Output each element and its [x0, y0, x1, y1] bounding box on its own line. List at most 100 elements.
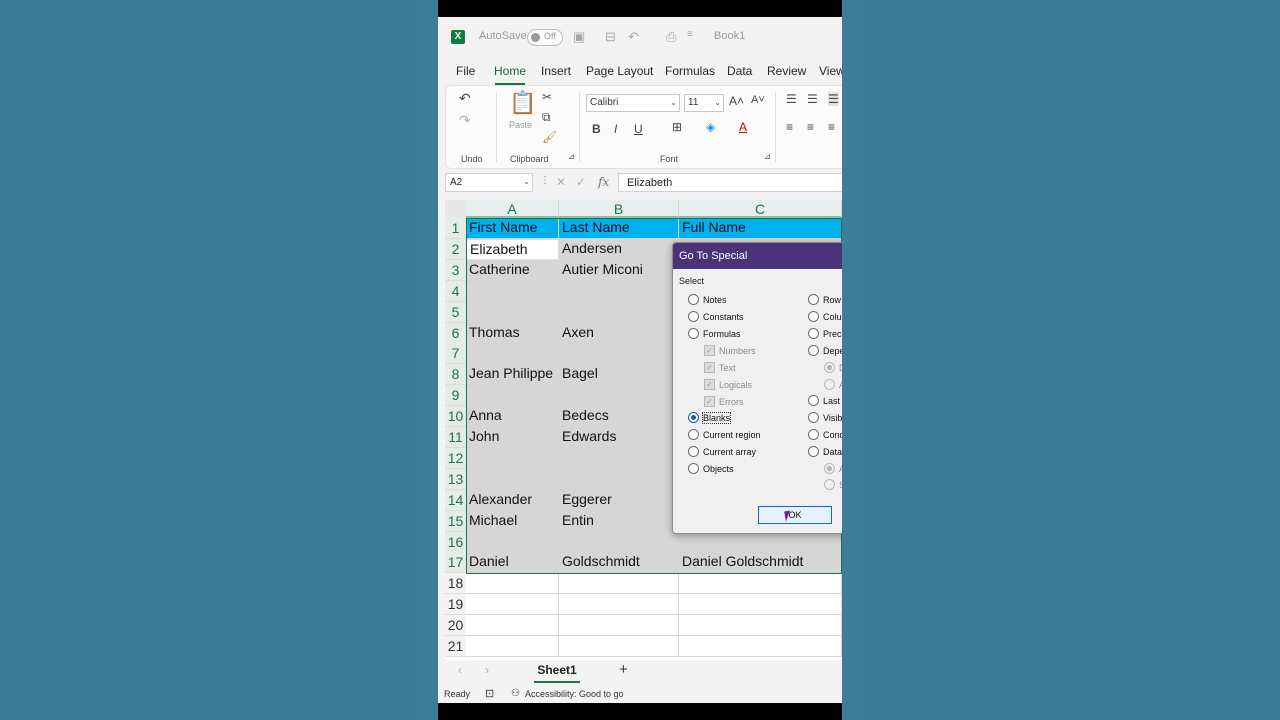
cell-a4[interactable]: [466, 280, 559, 302]
option-current-region-label[interactable]: Current region: [703, 430, 761, 440]
row-header[interactable]: 18: [445, 573, 466, 595]
cell-b1[interactable]: Last Name: [559, 218, 679, 239]
format-painter-icon[interactable]: 🖌: [542, 130, 557, 144]
cell-a12[interactable]: [466, 447, 559, 469]
row-header[interactable]: 12: [445, 447, 466, 469]
cell-a16[interactable]: [466, 531, 559, 553]
option-constants-label[interactable]: Constants: [703, 312, 744, 322]
row-header[interactable]: 1: [445, 218, 466, 239]
cell-c1[interactable]: Full Name: [679, 218, 842, 239]
row-header[interactable]: 9: [445, 385, 466, 407]
fill-color-icon[interactable]: ◈: [706, 120, 715, 134]
radio-current-array[interactable]: [688, 446, 699, 457]
radio-blanks[interactable]: [688, 412, 699, 423]
option-objects-label[interactable]: Objects: [703, 464, 734, 474]
cell-b15[interactable]: Entin: [559, 510, 679, 532]
more-icon[interactable]: ⋮: [540, 175, 550, 186]
cell-c19[interactable]: [679, 594, 842, 616]
cell-b17[interactable]: Goldschmidt: [559, 552, 679, 574]
cell-a5[interactable]: [466, 301, 559, 323]
align-middle-icon[interactable]: ☰: [807, 92, 818, 106]
paste-icon[interactable]: 📋: [509, 90, 536, 116]
font-launcher-icon[interactable]: ⊿: [764, 152, 771, 161]
increase-font-icon[interactable]: A˄: [729, 94, 744, 108]
save-icon[interactable]: ▣: [573, 29, 585, 45]
cell-a6[interactable]: Thomas: [466, 322, 559, 344]
radio-validation-same[interactable]: [824, 479, 835, 490]
insert-function-icon[interactable]: fx: [598, 175, 609, 189]
cell-b21[interactable]: [559, 636, 679, 657]
cell-a21[interactable]: [466, 636, 559, 657]
cell-a10[interactable]: Anna: [466, 406, 559, 428]
cancel-icon[interactable]: ✕: [556, 175, 566, 189]
radio-last-cell[interactable]: [808, 395, 819, 406]
tab-data[interactable]: Data: [727, 64, 752, 78]
cell-b13[interactable]: [559, 468, 679, 490]
decrease-font-icon[interactable]: A˅: [751, 94, 765, 106]
radio-conditional-formats[interactable]: [808, 429, 819, 440]
scroll-left-icon[interactable]: ‹: [458, 663, 462, 677]
option-formulas-label[interactable]: Formulas: [703, 329, 741, 339]
cell-b9[interactable]: [559, 385, 679, 407]
cell-a14[interactable]: Alexander: [466, 489, 559, 511]
row-header[interactable]: 21: [445, 636, 466, 657]
cell-a3[interactable]: Catherine: [466, 259, 559, 281]
customize-icon[interactable]: ≡: [687, 29, 693, 40]
redo-icon[interactable]: ↷: [459, 112, 471, 129]
tab-view[interactable]: View: [819, 64, 842, 78]
row-header[interactable]: 2: [445, 238, 466, 260]
tab-page-layout[interactable]: Page Layout: [586, 64, 653, 78]
option-precedents-label[interactable]: Prece: [823, 329, 842, 339]
undo-qa-icon[interactable]: ↶: [628, 29, 639, 45]
cell-a20[interactable]: [466, 615, 559, 637]
column-header-a[interactable]: A: [466, 200, 559, 218]
cell-b12[interactable]: [559, 447, 679, 469]
cell-b16[interactable]: [559, 531, 679, 553]
row-header[interactable]: 6: [445, 322, 466, 344]
checkbox-logicals[interactable]: ✓: [704, 379, 715, 390]
cell-b2[interactable]: Andersen: [559, 238, 679, 260]
option-row-differences-label[interactable]: Row: [823, 295, 841, 305]
copy-icon[interactable]: ⧉: [542, 110, 551, 125]
cell-c20[interactable]: [679, 615, 842, 637]
underline-button[interactable]: U: [634, 122, 643, 136]
align-center-icon[interactable]: ≡: [807, 120, 814, 134]
paste-label[interactable]: Paste: [509, 120, 532, 130]
radio-formulas[interactable]: [688, 328, 699, 339]
cell-c18[interactable]: [679, 573, 842, 595]
radio-current-region[interactable]: [688, 429, 699, 440]
radio-objects[interactable]: [688, 463, 699, 474]
undo-icon[interactable]: ↶: [459, 90, 471, 107]
italic-button[interactable]: I: [614, 122, 617, 136]
option-last-cell-label[interactable]: Last: [823, 396, 840, 406]
align-right-icon[interactable]: ≡: [828, 120, 835, 134]
tab-insert[interactable]: Insert: [541, 64, 571, 78]
name-box[interactable]: A2 ⌄: [445, 173, 533, 192]
radio-dependents[interactable]: [808, 345, 819, 356]
row-header[interactable]: 14: [445, 489, 466, 511]
radio-visible-cells[interactable]: [808, 412, 819, 423]
radio-notes[interactable]: [688, 294, 699, 305]
radio-direct-only[interactable]: [824, 362, 835, 373]
sheet-tab-sheet1[interactable]: Sheet1: [534, 661, 580, 683]
radio-all-levels[interactable]: [824, 379, 835, 390]
option-dependents-label[interactable]: Depe: [823, 346, 842, 356]
checkbox-numbers[interactable]: ✓: [704, 345, 715, 356]
cell-a9[interactable]: [466, 385, 559, 407]
option-conditional-formats-label[interactable]: Cond: [823, 430, 842, 440]
select-all-corner[interactable]: [445, 200, 467, 218]
cell-c16[interactable]: [679, 531, 842, 553]
ok-button[interactable]: OK: [758, 506, 832, 524]
radio-data-validation[interactable]: [808, 446, 819, 457]
bold-button[interactable]: B: [592, 122, 601, 136]
row-header[interactable]: 15: [445, 510, 466, 532]
checkbox-errors[interactable]: ✓: [704, 396, 715, 407]
sync-icon[interactable]: ⊟: [605, 29, 616, 45]
font-color-icon[interactable]: A: [739, 120, 747, 134]
add-sheet-button[interactable]: +: [619, 661, 628, 678]
align-left-icon[interactable]: ≡: [786, 120, 793, 134]
option-notes-label[interactable]: Notes: [703, 295, 727, 305]
row-header[interactable]: 5: [445, 301, 466, 323]
font-size-select[interactable]: 11 ⌄: [684, 94, 724, 112]
row-header[interactable]: 7: [445, 343, 466, 365]
